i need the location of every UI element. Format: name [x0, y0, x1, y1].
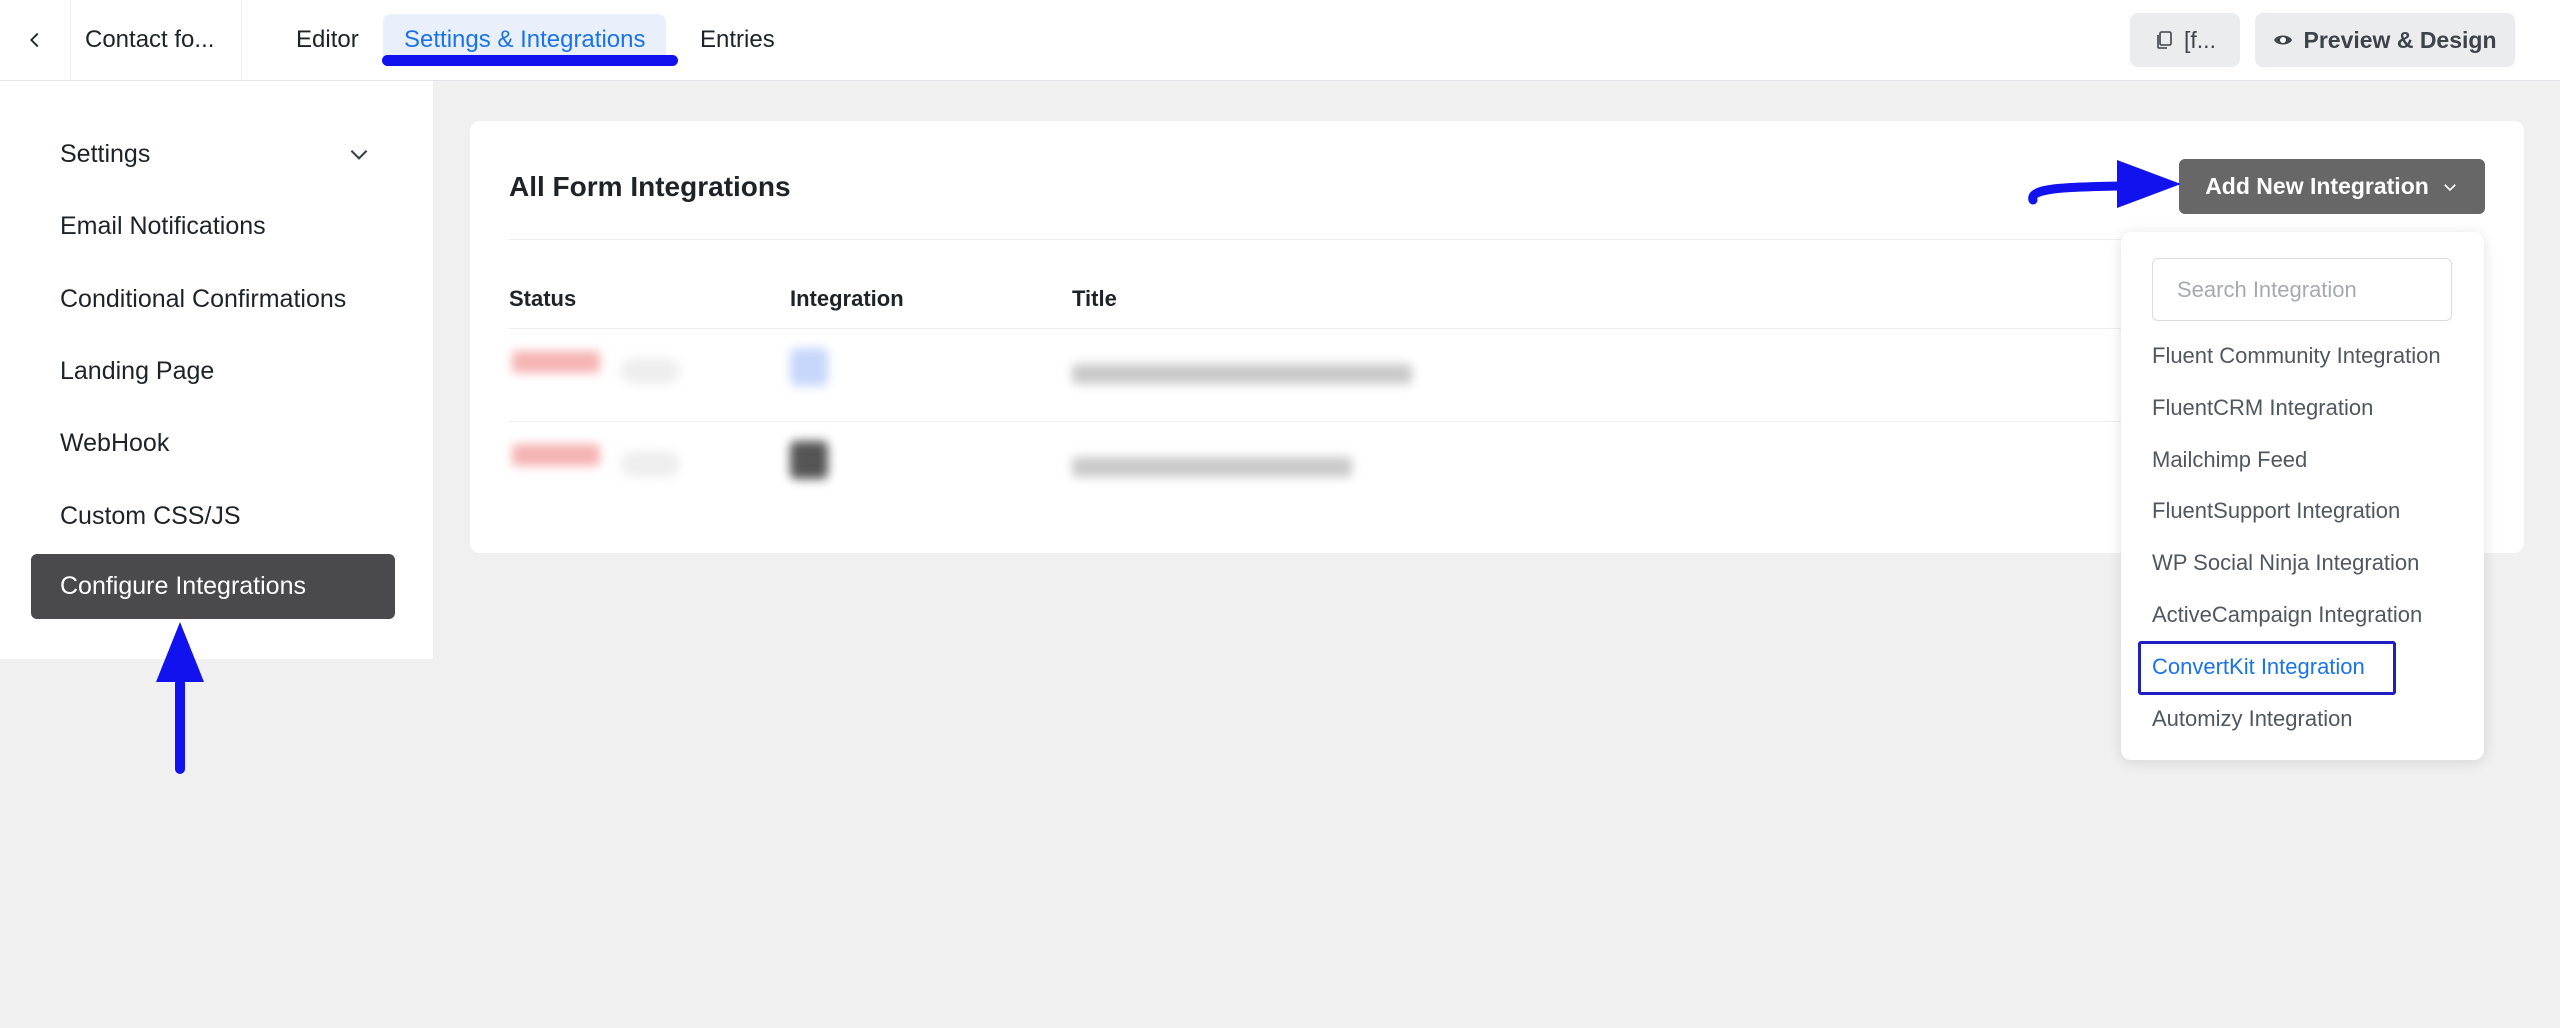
preview-label: Preview & Design	[2303, 26, 2497, 53]
add-new-integration-label: Add New Integration	[2205, 173, 2429, 199]
annotation-arrow-up	[156, 622, 204, 774]
add-new-integration-button[interactable]: Add New Integration	[2179, 159, 2485, 214]
sidebar-item-landing-page[interactable]: Landing Page	[60, 357, 214, 386]
column-header-integration: Integration	[790, 286, 904, 311]
sidebar-item-email-notifications[interactable]: Email Notifications	[60, 212, 266, 241]
dropdown-item-fluentsupport[interactable]: FluentSupport Integration	[2152, 498, 2400, 524]
status-toggle[interactable]	[620, 451, 680, 477]
search-integration-input[interactable]	[2152, 258, 2452, 321]
annotation-highlight-box	[2138, 641, 2396, 695]
annotation-underline	[382, 55, 678, 66]
column-header-status: Status	[509, 286, 577, 311]
integration-icon	[790, 348, 828, 386]
dropdown-item-automizy[interactable]: Automizy Integration	[2152, 706, 2353, 732]
page-title: All Form Integrations	[509, 171, 791, 202]
copy-icon	[2157, 31, 2172, 49]
status-badge	[512, 351, 600, 373]
sidebar-item-custom-css-js[interactable]: Custom CSS/JS	[60, 502, 241, 531]
chevron-left-icon	[30, 32, 39, 48]
chevron-down-icon	[2443, 183, 2456, 191]
annotation-arrow-right	[2028, 160, 2181, 208]
column-header-title: Title	[1072, 286, 1117, 311]
preview-design-button[interactable]: Preview & Design	[2255, 13, 2515, 67]
status-badge	[512, 444, 600, 466]
dropdown-item-fluentcrm[interactable]: FluentCRM Integration	[2152, 395, 2373, 421]
shortcode-copy-button[interactable]: [f...	[2130, 13, 2240, 67]
dropdown-item-activecampaign[interactable]: ActiveCampaign Integration	[2152, 602, 2422, 628]
settings-sidebar: Settings Email Notifications Conditional…	[0, 81, 433, 659]
sidebar-item-configure-integrations[interactable]: Configure Integrations	[31, 554, 395, 619]
form-name[interactable]: Contact fo...	[85, 26, 214, 54]
back-button[interactable]	[0, 0, 71, 80]
integration-title	[1072, 364, 1412, 384]
integration-title	[1072, 457, 1352, 477]
sidebar-item-webhook[interactable]: WebHook	[60, 429, 169, 458]
dropdown-item-mailchimp[interactable]: Mailchimp Feed	[2152, 447, 2307, 473]
tab-entries[interactable]: Entries	[679, 14, 796, 66]
eye-icon	[2274, 35, 2293, 45]
sidebar-item-settings[interactable]: Settings	[60, 140, 150, 169]
dropdown-item-fluent-community[interactable]: Fluent Community Integration	[2152, 343, 2441, 369]
status-toggle[interactable]	[620, 358, 680, 384]
chevron-down-icon[interactable]	[346, 141, 372, 167]
integration-icon	[790, 441, 828, 479]
sidebar-item-conditional-confirmations[interactable]: Conditional Confirmations	[60, 285, 346, 314]
divider	[241, 0, 242, 80]
integration-dropdown: Fluent Community Integration FluentCRM I…	[2121, 232, 2484, 760]
tab-editor[interactable]: Editor	[275, 14, 380, 66]
top-bar: Contact fo... Editor Settings & Integrat…	[0, 0, 2560, 81]
dropdown-item-wp-social-ninja[interactable]: WP Social Ninja Integration	[2152, 550, 2419, 576]
shortcode-label: [f...	[2184, 26, 2216, 53]
